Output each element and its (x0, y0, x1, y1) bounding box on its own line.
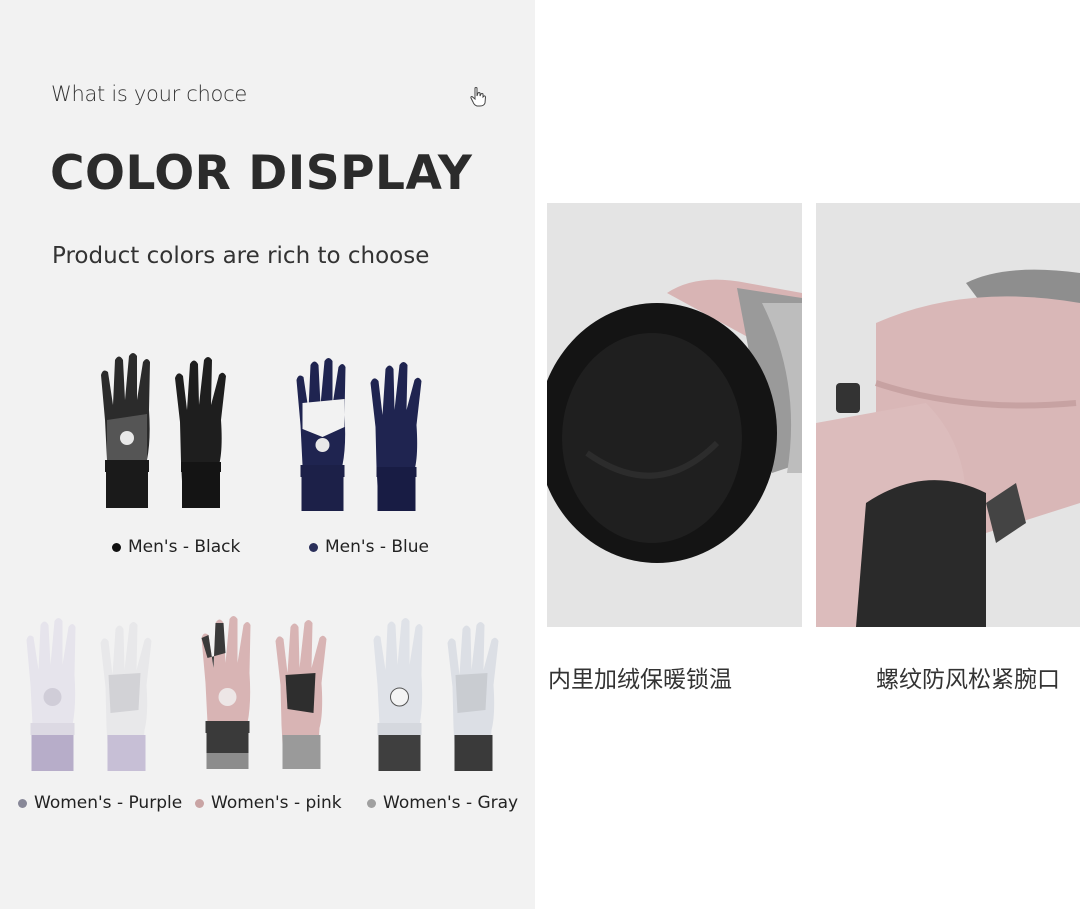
color-dot (112, 542, 121, 552)
lining-detail-photo (547, 203, 802, 627)
glove-pink-image (201, 616, 327, 769)
variant-label-men-blue: Men's - Blue (309, 537, 429, 557)
hand-cursor-icon (470, 87, 487, 107)
color-dot (309, 542, 318, 552)
variant-name: Men's - Black (128, 537, 241, 557)
color-dot (18, 798, 27, 808)
page-title: COLOR DISPLAY (50, 146, 473, 201)
glove-black-image (101, 353, 226, 508)
color-display-panel: What is your choce COLOR DISPLAY Product… (0, 0, 535, 909)
glove-purple-image (26, 618, 152, 771)
cuff-detail-photo (816, 203, 1080, 627)
color-dot (367, 798, 376, 808)
section-subtitle: What is your choce (51, 82, 247, 106)
variant-label-men-black: Men's - Black (112, 537, 240, 557)
variant-label-women-purple: Women's - Purple (18, 793, 182, 813)
glove-blue-image (296, 358, 422, 511)
color-dot (195, 798, 204, 808)
tagline: Product colors are rich to choose (52, 243, 430, 269)
cuff-caption: 螺纹防风松紧腕口 (876, 667, 1060, 693)
variant-name: Women's - Purple (34, 793, 183, 813)
variant-name: Women's - pink (211, 793, 342, 813)
variant-label-women-gray: Women's - Gray (367, 793, 518, 813)
variant-label-women-pink: Women's - pink (195, 793, 342, 813)
lining-caption: 内里加绒保暖锁温 (548, 667, 732, 693)
variant-name: Men's - Blue (325, 537, 429, 557)
variant-name: Women's - Gray (383, 793, 519, 813)
glove-gray-image (373, 618, 499, 771)
